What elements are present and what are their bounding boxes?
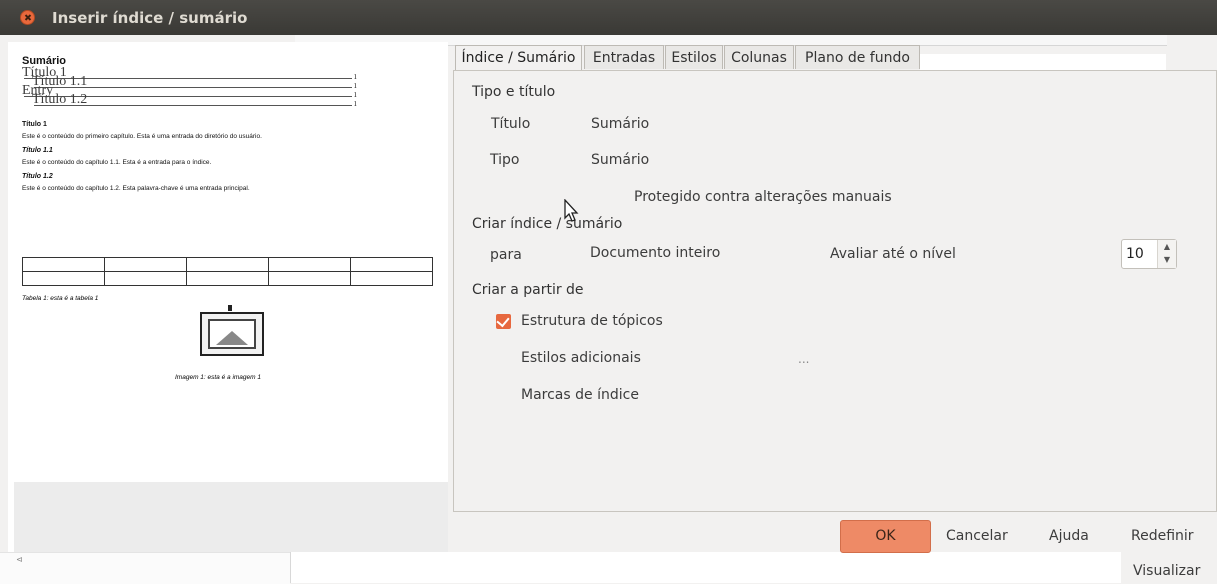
outline-checkbox[interactable] bbox=[496, 314, 511, 329]
preview-toc-entry: Título 1.1 1 bbox=[32, 74, 357, 90]
tab-columns[interactable]: Colunas bbox=[724, 45, 794, 69]
preview-table-caption: Tabela 1: esta é a tabela 1 bbox=[22, 295, 99, 302]
reset-button[interactable]: Redefinir bbox=[1131, 528, 1194, 544]
document-strip bbox=[290, 552, 1121, 583]
picture-frame-icon bbox=[200, 305, 264, 356]
preview-section-text: Este é o conteúdo do primeiro capítulo. … bbox=[22, 133, 262, 140]
tab-entries[interactable]: Entradas bbox=[584, 45, 664, 69]
preview-toc-entry: Título 1.2 1 bbox=[32, 92, 357, 108]
window-titlebar: Inserir índice / sumário bbox=[0, 0, 1217, 35]
type-select[interactable]: Sumário bbox=[591, 152, 649, 168]
section-create-index: Criar índice / sumário bbox=[472, 216, 623, 232]
tab-strip-tail bbox=[920, 54, 1166, 71]
scope-select[interactable]: Documento inteiro bbox=[590, 245, 720, 261]
chevron-down-icon[interactable]: ▼ bbox=[1158, 253, 1176, 266]
ok-button[interactable]: OK bbox=[840, 520, 931, 553]
section-type-title: Tipo e título bbox=[472, 84, 556, 100]
mouse-cursor-icon bbox=[564, 199, 579, 222]
additional-styles-button[interactable]: ... bbox=[798, 352, 809, 366]
preview-bottom-bar: ⊲ bbox=[0, 552, 290, 584]
tab-styles[interactable]: Estilos bbox=[665, 45, 723, 69]
title-label: Título bbox=[491, 116, 531, 132]
preview-section-text: Este é o conteúdo do capítulo 1.2. Esta … bbox=[22, 185, 250, 192]
for-label: para bbox=[490, 247, 522, 263]
preview-toc-heading: Sumário bbox=[22, 55, 67, 67]
protected-checkbox-label[interactable]: Protegido contra alterações manuais bbox=[634, 189, 892, 205]
marker-icon: ⊲ bbox=[16, 555, 23, 564]
stepper-buttons[interactable]: ▲ ▼ bbox=[1157, 240, 1176, 268]
additional-styles-checkbox-label[interactable]: Estilos adicionais bbox=[521, 350, 641, 366]
level-value[interactable]: 10 bbox=[1126, 246, 1144, 262]
help-button[interactable]: Ajuda bbox=[1049, 528, 1089, 544]
preview-section-heading: Título 1.2 bbox=[22, 173, 53, 180]
preview-page: Sumário Título 11 Título 1.1 1 Entry 1 Tít… bbox=[22, 50, 442, 192]
preview-section-text: Este é o conteúdo do capítulo 1.1. Esta … bbox=[22, 159, 212, 166]
tab-background[interactable]: Plano de fundo bbox=[795, 45, 920, 69]
chevron-up-icon[interactable]: ▲ bbox=[1158, 240, 1176, 253]
type-label: Tipo bbox=[490, 152, 520, 168]
outline-checkbox-label[interactable]: Estrutura de tópicos bbox=[521, 313, 663, 329]
preview-section-heading: Título 1.1 bbox=[22, 147, 53, 154]
close-icon[interactable] bbox=[20, 10, 35, 25]
level-stepper[interactable]: 10 ▲ ▼ bbox=[1121, 239, 1177, 269]
level-label: Avaliar até o nível bbox=[830, 246, 956, 262]
preview-button[interactable]: Visualizar bbox=[1133, 563, 1200, 579]
preview-image-caption: Imagem 1: esta é a imagem 1 bbox=[175, 374, 261, 381]
title-field[interactable]: Sumário bbox=[591, 116, 649, 132]
preview-pane-background bbox=[14, 482, 448, 552]
index-marks-checkbox-label[interactable]: Marcas de índice bbox=[521, 387, 639, 403]
tab-index-summary[interactable]: Índice / Sumário bbox=[455, 45, 582, 71]
preview-table bbox=[22, 257, 433, 286]
cancel-button[interactable]: Cancelar bbox=[946, 528, 1008, 544]
section-create-from: Criar a partir de bbox=[472, 282, 584, 298]
window-title: Inserir índice / sumário bbox=[52, 9, 248, 27]
preview-section-heading: Título 1 bbox=[22, 121, 47, 128]
